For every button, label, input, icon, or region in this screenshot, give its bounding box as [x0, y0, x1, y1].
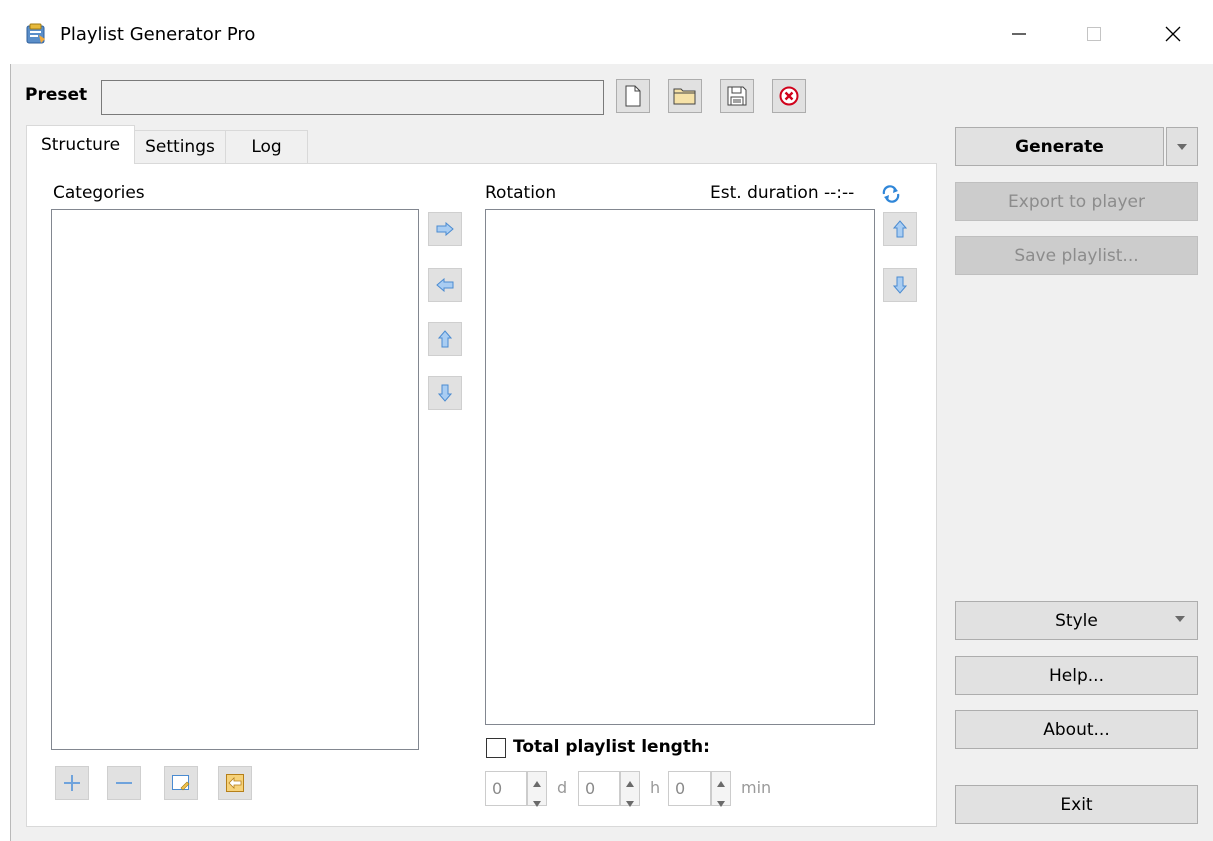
arrow-left-icon — [436, 278, 454, 292]
category-move-down-button[interactable] — [428, 376, 462, 410]
help-button[interactable]: Help... — [955, 656, 1198, 695]
hours-input[interactable]: 0 — [578, 771, 620, 806]
days-unit: d — [557, 778, 568, 797]
open-folder-icon — [673, 88, 696, 105]
rotation-list[interactable] — [485, 209, 875, 725]
generate-button[interactable]: Generate — [955, 127, 1164, 166]
spin-up-icon — [533, 772, 541, 792]
spin-down-icon — [533, 792, 541, 812]
categories-label: Categories — [53, 183, 145, 203]
edit-category-button[interactable] — [164, 766, 198, 800]
arrow-up-icon — [893, 220, 907, 238]
minimize-button[interactable] — [996, 12, 1042, 56]
floppy-disk-icon — [727, 86, 747, 106]
days-stepper[interactable] — [527, 771, 547, 807]
add-to-rotation-button[interactable] — [428, 212, 462, 246]
estimated-duration-label: Est. duration --:-- — [710, 183, 855, 203]
import-icon — [226, 774, 244, 792]
delete-circle-icon — [779, 86, 799, 106]
refresh-icon[interactable] — [880, 185, 902, 203]
categories-list[interactable] — [51, 209, 419, 750]
preset-label: Preset — [25, 85, 88, 105]
preset-input[interactable] — [101, 80, 604, 115]
add-category-button[interactable] — [55, 766, 89, 800]
maximize-icon — [1087, 27, 1101, 41]
remove-category-button[interactable] — [107, 766, 141, 800]
rotation-label: Rotation — [485, 183, 557, 203]
tab-log[interactable]: Log — [225, 130, 308, 163]
close-button[interactable] — [1150, 12, 1196, 56]
total-length-label: Total playlist length: — [513, 737, 710, 757]
maximize-button — [1071, 12, 1117, 56]
save-preset-button[interactable] — [720, 79, 754, 113]
tab-structure[interactable]: Structure — [26, 125, 135, 164]
style-dropdown-button[interactable]: Style — [955, 601, 1198, 640]
delete-preset-button[interactable] — [772, 79, 806, 113]
rotation-move-up-button[interactable] — [883, 212, 917, 246]
category-move-up-button[interactable] — [428, 322, 462, 356]
spin-up-icon — [626, 772, 634, 792]
minutes-input[interactable]: 0 — [668, 771, 711, 806]
new-file-icon — [625, 85, 641, 107]
exit-button[interactable]: Exit — [955, 785, 1198, 824]
minutes-stepper[interactable] — [711, 771, 731, 807]
minus-icon — [116, 782, 132, 784]
arrow-right-icon — [436, 222, 454, 236]
generate-dropdown-button[interactable] — [1166, 127, 1198, 166]
about-button[interactable]: About... — [955, 710, 1198, 749]
export-to-player-button[interactable]: Export to player — [955, 182, 1198, 221]
arrow-down-icon — [438, 384, 452, 402]
edit-icon — [172, 775, 190, 791]
minutes-unit: min — [741, 778, 772, 797]
rotation-move-down-button[interactable] — [883, 268, 917, 302]
import-category-button[interactable] — [218, 766, 252, 800]
chevron-down-icon — [1177, 143, 1187, 150]
chevron-down-icon — [1175, 616, 1185, 622]
hours-unit: h — [650, 778, 661, 797]
hours-stepper[interactable] — [620, 771, 640, 807]
new-preset-button[interactable] — [616, 79, 650, 113]
spin-up-icon — [717, 772, 725, 792]
remove-from-rotation-button[interactable] — [428, 268, 462, 302]
open-preset-button[interactable] — [668, 79, 702, 113]
minimize-icon — [1012, 33, 1026, 35]
playlist-app-icon — [25, 23, 47, 45]
style-label: Style — [1055, 610, 1098, 631]
tab-settings[interactable]: Settings — [134, 130, 226, 163]
total-length-checkbox[interactable] — [486, 738, 506, 758]
days-input[interactable]: 0 — [485, 771, 527, 806]
arrow-down-icon — [893, 276, 907, 294]
arrow-up-icon — [438, 330, 452, 348]
spin-down-icon — [717, 792, 725, 812]
window-title: Playlist Generator Pro — [60, 24, 256, 45]
plus-icon — [64, 775, 80, 791]
save-playlist-button[interactable]: Save playlist... — [955, 236, 1198, 275]
close-icon — [1165, 26, 1181, 42]
spin-down-icon — [626, 792, 634, 812]
